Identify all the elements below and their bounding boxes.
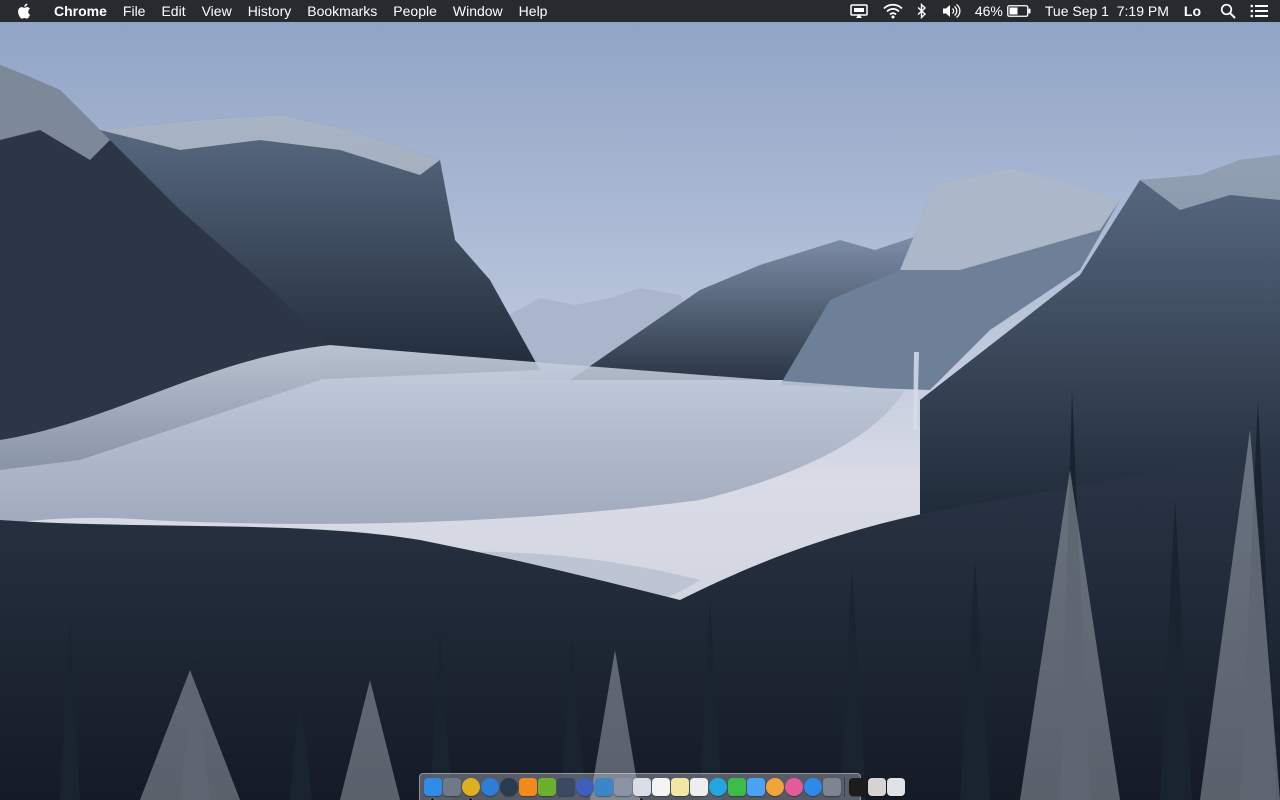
vlc-icon[interactable] (518, 778, 537, 796)
menu-bar-status-area: 46% Tue Sep 1 7:19 PM Lo (842, 0, 1280, 22)
document-stack-icon[interactable] (867, 778, 886, 796)
menu-bookmarks[interactable]: Bookmarks (299, 0, 385, 22)
tunnelblick-icon[interactable] (556, 778, 575, 796)
chrome-icon[interactable] (461, 778, 480, 800)
battery-icon (1006, 5, 1031, 17)
preview-icon[interactable] (613, 778, 632, 796)
calendar-icon[interactable] (651, 778, 670, 796)
menu-window[interactable]: Window (445, 0, 511, 22)
app-store-icon[interactable] (803, 778, 822, 796)
menu-help[interactable]: Help (511, 0, 556, 22)
desktop: Chrome File Edit View History Bookmarks … (0, 0, 1280, 800)
volume-icon[interactable] (934, 0, 968, 22)
launchpad-icon[interactable] (442, 778, 461, 796)
menu-bar-clock[interactable]: Tue Sep 1 7:19 PM (1038, 0, 1176, 22)
terminal-icon[interactable] (848, 778, 867, 796)
menu-view[interactable]: View (194, 0, 240, 22)
dock-separator (844, 777, 845, 797)
desktop-wallpaper (0, 0, 1280, 800)
browser-globe-icon[interactable] (575, 778, 594, 796)
battery-status[interactable]: 46% (968, 0, 1038, 22)
battery-percentage: 46% (974, 3, 1003, 19)
wifi-icon[interactable] (876, 0, 910, 22)
notes-icon[interactable] (670, 778, 689, 796)
steam-icon[interactable] (499, 778, 518, 796)
dock (419, 773, 905, 800)
menu-edit[interactable]: Edit (153, 0, 193, 22)
facetime-icon[interactable] (727, 778, 746, 796)
photos-icon[interactable] (765, 778, 784, 796)
airplay-display-icon[interactable] (842, 0, 876, 22)
menu-history[interactable]: History (240, 0, 300, 22)
itunes-icon[interactable] (784, 778, 803, 796)
photo-viewer-icon[interactable] (632, 778, 651, 800)
utorrent-icon[interactable] (537, 778, 556, 796)
search-icon[interactable] (1213, 0, 1243, 22)
menu-bar: Chrome File Edit View History Bookmarks … (0, 0, 1280, 22)
menu-file[interactable]: File (115, 0, 154, 22)
trash-icon[interactable] (886, 778, 905, 796)
menu-bar-left: Chrome File Edit View History Bookmarks … (0, 0, 555, 22)
menu-app-name[interactable]: Chrome (48, 0, 115, 22)
user-account-menu[interactable]: Lo (1176, 0, 1213, 22)
list-icon[interactable] (1243, 0, 1280, 22)
apple-logo-icon[interactable] (0, 0, 48, 22)
xcode-icon[interactable] (594, 778, 613, 796)
messages-icon[interactable] (746, 778, 765, 796)
reminders-icon[interactable] (689, 778, 708, 796)
system-preferences-icon[interactable] (822, 778, 841, 796)
skype-icon[interactable] (708, 778, 727, 796)
menu-people[interactable]: People (385, 0, 445, 22)
safari-icon[interactable] (480, 778, 499, 796)
finder-icon[interactable] (423, 778, 442, 800)
bluetooth-icon[interactable] (910, 0, 934, 22)
